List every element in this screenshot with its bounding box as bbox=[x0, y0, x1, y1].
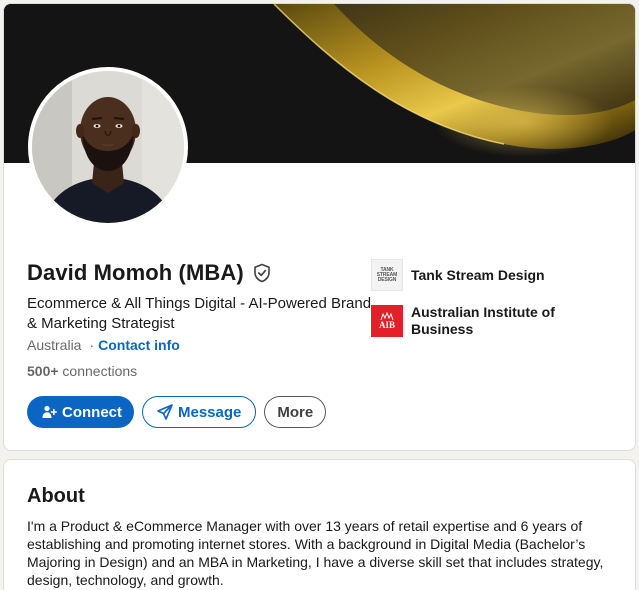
message-label: Message bbox=[178, 403, 242, 421]
profile-name: David Momoh (MBA) bbox=[27, 260, 244, 285]
add-person-icon bbox=[41, 404, 57, 420]
location-row: Australia · Contact info bbox=[27, 337, 180, 353]
connections-label: connections bbox=[58, 363, 138, 379]
org-name: Tank Stream Design bbox=[411, 266, 545, 283]
organizations-list: TANK STREAM DESIGN Tank Stream Design AIB… bbox=[371, 259, 611, 351]
name-row: David Momoh (MBA) bbox=[27, 260, 272, 286]
aib-logo: AIB bbox=[371, 305, 403, 337]
about-title: About bbox=[27, 485, 85, 507]
profile-location: Australia bbox=[27, 337, 82, 353]
about-text: I'm a Product & eCommerce Manager with o… bbox=[27, 518, 604, 588]
connect-label: Connect bbox=[62, 403, 122, 421]
connections-count[interactable]: 500+ connections bbox=[27, 363, 137, 379]
org-item-aib[interactable]: AIB Australian Institute of Business bbox=[371, 304, 611, 338]
about-card: About I'm a Product & eCommerce Manager … bbox=[3, 459, 636, 590]
tank-stream-logo-text: TANK STREAM DESIGN bbox=[376, 266, 398, 283]
profile-headline: Ecommerce & All Things Digital - AI-Powe… bbox=[27, 295, 372, 332]
separator-dot: · bbox=[89, 337, 95, 353]
shield-check-icon[interactable] bbox=[252, 263, 272, 283]
more-label: More bbox=[277, 403, 314, 421]
org-name: Australian Institute of Business bbox=[411, 304, 555, 337]
profile-card: David Momoh (MBA) Ecommerce & All Things… bbox=[3, 3, 636, 451]
connect-button[interactable]: Connect bbox=[27, 396, 134, 428]
profile-avatar[interactable] bbox=[28, 67, 188, 227]
tank-stream-logo: TANK STREAM DESIGN bbox=[371, 259, 403, 291]
send-icon bbox=[157, 404, 173, 420]
aib-logo-text: AIB bbox=[378, 320, 395, 330]
more-button[interactable]: More bbox=[264, 396, 327, 428]
profile-actions: Connect Message More bbox=[27, 396, 327, 428]
message-button[interactable]: Message bbox=[142, 396, 257, 428]
avatar-photo bbox=[32, 71, 184, 223]
contact-info-link[interactable]: Contact info bbox=[98, 337, 180, 353]
connections-number: 500+ bbox=[27, 363, 59, 379]
org-item-tank-stream[interactable]: TANK STREAM DESIGN Tank Stream Design bbox=[371, 259, 611, 291]
